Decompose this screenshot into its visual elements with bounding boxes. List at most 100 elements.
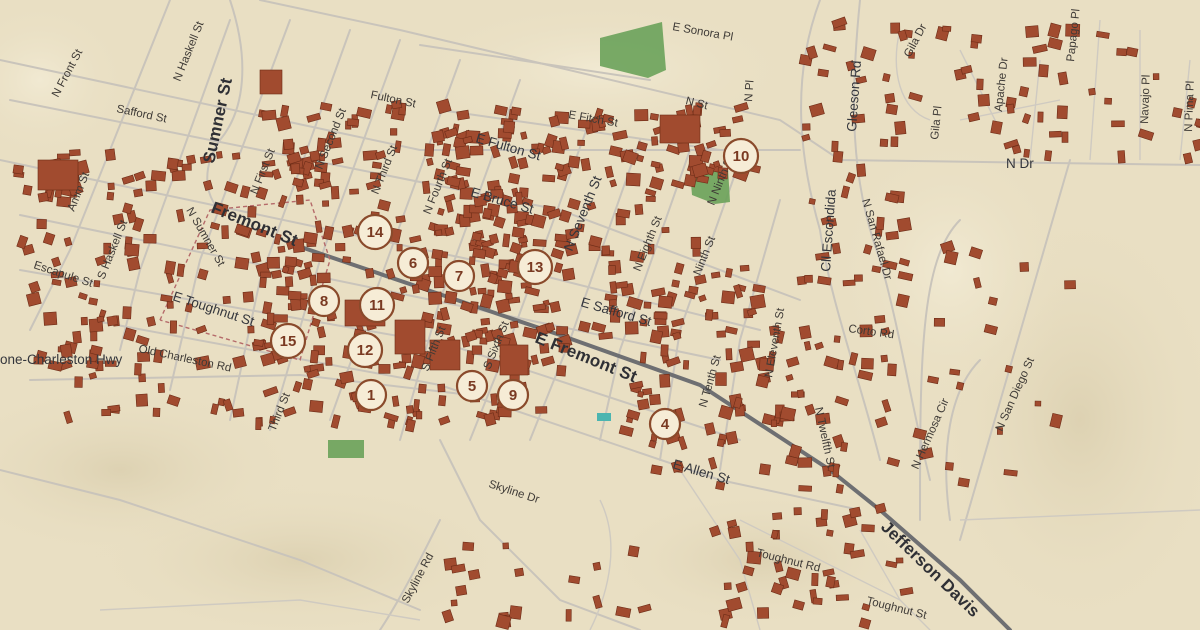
building	[729, 360, 745, 373]
building	[615, 606, 632, 619]
building	[725, 348, 733, 361]
building	[152, 407, 161, 417]
marker-11[interactable]: 11	[358, 286, 396, 324]
building	[649, 394, 661, 406]
building	[580, 157, 591, 172]
building	[277, 245, 286, 253]
building	[793, 507, 802, 516]
building	[884, 93, 896, 104]
building	[266, 312, 275, 326]
marker-15[interactable]: 15	[269, 322, 307, 360]
building	[496, 279, 513, 294]
building	[578, 320, 591, 333]
building	[122, 306, 132, 320]
marker-13[interactable]: 13	[516, 248, 554, 286]
building	[510, 106, 522, 116]
building	[772, 512, 783, 521]
building	[650, 160, 661, 169]
building	[446, 175, 461, 188]
building	[957, 477, 970, 488]
building	[261, 109, 277, 121]
building	[749, 294, 766, 310]
building	[401, 353, 412, 364]
marker-6-number: 6	[409, 255, 417, 272]
building	[28, 280, 41, 294]
building	[831, 140, 839, 153]
building	[377, 199, 391, 212]
building	[604, 165, 614, 179]
building	[549, 300, 561, 314]
building	[164, 260, 177, 275]
building	[502, 233, 511, 248]
map-canvas[interactable]: N Front St N Haskell St Safford St Fulto…	[0, 0, 1200, 630]
building	[437, 383, 446, 393]
building	[271, 168, 282, 180]
building	[798, 485, 812, 492]
building	[849, 506, 862, 519]
building	[785, 373, 794, 382]
building	[556, 326, 569, 335]
building	[479, 293, 494, 309]
building	[426, 157, 434, 167]
building	[133, 188, 144, 198]
building	[823, 355, 840, 370]
building	[471, 231, 482, 242]
marker-12[interactable]: 12	[346, 331, 384, 369]
building	[477, 287, 487, 295]
marker-7[interactable]: 7	[442, 259, 476, 293]
label-n-haskell: N Haskell St	[172, 19, 207, 83]
marker-8[interactable]: 8	[307, 284, 341, 318]
building	[858, 617, 872, 630]
marker-10[interactable]: 10	[722, 137, 760, 175]
building	[1171, 107, 1183, 119]
building	[37, 191, 49, 203]
building	[785, 356, 800, 368]
building	[1088, 87, 1096, 96]
building	[88, 297, 99, 306]
building	[90, 331, 98, 342]
building	[12, 164, 24, 175]
building	[391, 395, 400, 407]
building	[1056, 105, 1068, 120]
marker-9[interactable]: 9	[496, 378, 530, 412]
building	[418, 383, 427, 394]
building	[166, 157, 179, 171]
building	[719, 128, 732, 138]
building	[1116, 48, 1127, 57]
building	[1061, 131, 1069, 143]
marker-6[interactable]: 6	[396, 246, 430, 280]
marker-9-number: 9	[509, 387, 517, 404]
label-n-pl: N Pl	[743, 80, 756, 103]
building	[262, 386, 279, 398]
building	[861, 524, 875, 533]
building	[299, 145, 310, 155]
building	[250, 251, 262, 264]
building	[895, 293, 910, 308]
marker-14[interactable]: 14	[356, 213, 394, 251]
building	[698, 294, 707, 303]
marker-4[interactable]: 4	[648, 407, 682, 441]
building	[770, 419, 778, 428]
building	[609, 179, 618, 188]
label-navajo: Navajo Pl	[1139, 74, 1153, 124]
building	[469, 145, 484, 156]
building	[77, 292, 88, 301]
building-large	[394, 319, 426, 355]
building	[431, 248, 443, 260]
building	[467, 569, 481, 581]
marker-1[interactable]: 1	[354, 378, 388, 412]
marker-5[interactable]: 5	[455, 369, 489, 403]
building	[682, 360, 690, 370]
building	[282, 138, 295, 151]
building	[874, 315, 886, 324]
building	[441, 143, 452, 157]
building	[135, 393, 149, 407]
building	[976, 78, 984, 91]
building	[710, 271, 721, 279]
building	[390, 128, 398, 136]
building	[856, 163, 867, 177]
building	[1025, 25, 1040, 38]
building	[356, 106, 373, 119]
town-map[interactable]: N Front St N Haskell St Safford St Fulto…	[0, 0, 1200, 630]
building	[43, 311, 58, 326]
